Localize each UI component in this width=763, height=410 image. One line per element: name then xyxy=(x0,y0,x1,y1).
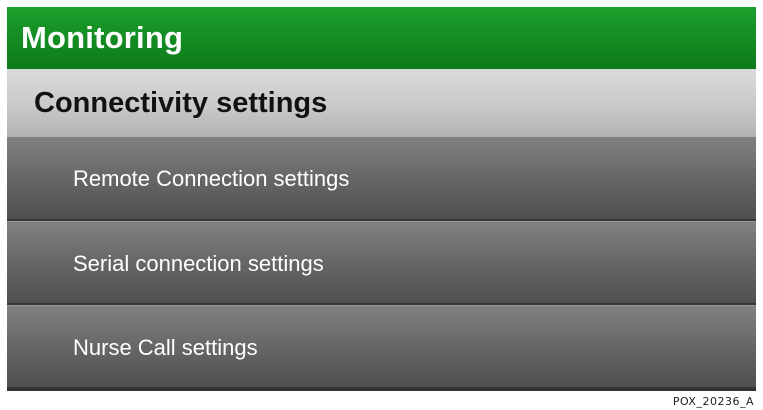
section-header: Connectivity settings xyxy=(7,69,756,137)
menu-item-label: Nurse Call settings xyxy=(73,335,258,360)
remote-connection-settings-button[interactable]: Remote Connection settings xyxy=(7,137,756,221)
serial-connection-settings-button[interactable]: Serial connection settings xyxy=(7,221,756,305)
title-bar: Monitoring xyxy=(7,7,756,69)
menu-item-label: Serial connection settings xyxy=(73,251,324,276)
nurse-call-settings-button[interactable]: Nurse Call settings xyxy=(7,305,756,389)
settings-menu: Remote Connection settings Serial connec… xyxy=(7,137,756,389)
monitor-screen: Monitoring Connectivity settings Remote … xyxy=(7,7,756,391)
screen-title: Monitoring xyxy=(21,20,184,55)
section-title: Connectivity settings xyxy=(34,87,328,119)
figure-code: POX_20236_A xyxy=(672,395,754,408)
menu-item-label: Remote Connection settings xyxy=(73,166,350,191)
